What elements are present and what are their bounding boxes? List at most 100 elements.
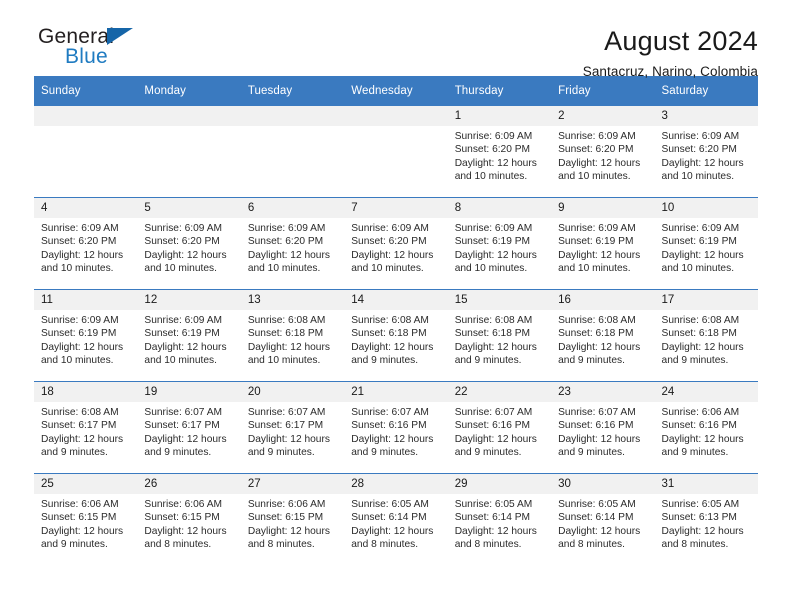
day-cell[interactable]: 26 Sunrise: 6:06 AM Sunset: 6:15 PM Dayl… <box>137 473 241 565</box>
title-block: August 2024 Santacruz, Narino, Colombia <box>583 26 758 81</box>
day-number: 17 <box>654 290 758 310</box>
day-cell[interactable]: 17 Sunrise: 6:08 AM Sunset: 6:18 PM Dayl… <box>654 289 758 382</box>
day-cell[interactable]: 29 Sunrise: 6:05 AM Sunset: 6:14 PM Dayl… <box>447 473 552 565</box>
day-cell[interactable]: 15 Sunrise: 6:08 AM Sunset: 6:18 PM Dayl… <box>447 289 552 382</box>
daylight-text-cont: and 8 minutes. <box>144 538 212 550</box>
daylight-text-cont: and 9 minutes. <box>454 446 522 458</box>
triangle-logo-icon <box>107 28 133 45</box>
daylight-text-cont: and 10 minutes. <box>247 354 321 366</box>
sunset-text: Sunset: 6:17 PM <box>41 420 117 432</box>
day-number: 13 <box>240 290 345 310</box>
day-cell[interactable]: 8 Sunrise: 6:09 AM Sunset: 6:19 PM Dayli… <box>447 197 552 290</box>
daylight-text-cont: and 9 minutes. <box>558 446 625 458</box>
day-cell[interactable]: 19 Sunrise: 6:07 AM Sunset: 6:17 PM Dayl… <box>137 381 241 474</box>
daylight-text-cont: and 10 minutes. <box>41 262 114 274</box>
sunset-text: Sunset: 6:20 PM <box>661 144 737 156</box>
calendar-week-row: 1 Sunrise: 6:09 AM Sunset: 6:20 PM Dayli… <box>34 106 758 198</box>
day-cell[interactable]: 20 Sunrise: 6:07 AM Sunset: 6:17 PM Dayl… <box>240 381 345 474</box>
daylight-text: Daylight: 12 hours <box>144 433 227 445</box>
sunset-text: Sunset: 6:20 PM <box>247 236 324 248</box>
day-number: 27 <box>240 474 345 494</box>
calendar-body: 1 Sunrise: 6:09 AM Sunset: 6:20 PM Dayli… <box>34 106 758 565</box>
calendar-week-row: 18 Sunrise: 6:08 AM Sunset: 6:17 PM Dayl… <box>34 381 758 474</box>
day-cell[interactable]: 25 Sunrise: 6:06 AM Sunset: 6:15 PM Dayl… <box>34 473 138 565</box>
daylight-text: Daylight: 12 hours <box>454 433 537 445</box>
sunset-text: Sunset: 6:16 PM <box>351 420 427 432</box>
day-number <box>344 106 448 126</box>
sunrise-text: Sunrise: 6:06 AM <box>661 407 740 418</box>
sunset-text: Sunset: 6:18 PM <box>661 328 737 340</box>
daylight-text: Daylight: 12 hours <box>351 525 434 537</box>
daylight-text: Daylight: 12 hours <box>41 341 124 353</box>
day-cell[interactable] <box>34 106 138 198</box>
day-cell[interactable]: 27 Sunrise: 6:06 AM Sunset: 6:15 PM Dayl… <box>240 473 345 565</box>
daylight-text-cont: and 10 minutes. <box>41 354 114 366</box>
day-number: 9 <box>551 198 655 218</box>
day-cell[interactable]: 31 Sunrise: 6:05 AM Sunset: 6:13 PM Dayl… <box>654 473 758 565</box>
sunset-text: Sunset: 6:16 PM <box>454 420 531 432</box>
day-cell[interactable] <box>240 106 345 198</box>
daylight-text: Daylight: 12 hours <box>661 525 744 537</box>
day-cell[interactable]: 24 Sunrise: 6:06 AM Sunset: 6:16 PM Dayl… <box>654 381 758 474</box>
day-cell[interactable]: 28 Sunrise: 6:05 AM Sunset: 6:14 PM Dayl… <box>344 473 448 565</box>
day-cell[interactable]: 18 Sunrise: 6:08 AM Sunset: 6:17 PM Dayl… <box>34 381 138 474</box>
sunrise-text: Sunrise: 6:06 AM <box>144 499 223 510</box>
daylight-text-cont: and 9 minutes. <box>247 446 315 458</box>
day-details <box>344 126 447 130</box>
sunset-text: Sunset: 6:17 PM <box>247 420 324 432</box>
weekday-header-monday: Monday <box>137 76 241 106</box>
daylight-text-cont: and 10 minutes. <box>351 262 424 274</box>
daylight-text: Daylight: 12 hours <box>351 433 434 445</box>
day-cell[interactable]: 16 Sunrise: 6:08 AM Sunset: 6:18 PM Dayl… <box>551 289 655 382</box>
sunrise-text: Sunrise: 6:07 AM <box>351 407 429 418</box>
day-cell[interactable]: 21 Sunrise: 6:07 AM Sunset: 6:16 PM Dayl… <box>344 381 448 474</box>
sunrise-text: Sunrise: 6:09 AM <box>351 223 429 234</box>
day-cell[interactable]: 13 Sunrise: 6:08 AM Sunset: 6:18 PM Dayl… <box>240 289 345 382</box>
sunrise-text: Sunrise: 6:05 AM <box>454 499 533 510</box>
day-cell[interactable]: 9 Sunrise: 6:09 AM Sunset: 6:19 PM Dayli… <box>551 197 655 290</box>
day-cell[interactable]: 5 Sunrise: 6:09 AM Sunset: 6:20 PM Dayli… <box>137 197 241 290</box>
day-cell[interactable]: 30 Sunrise: 6:05 AM Sunset: 6:14 PM Dayl… <box>551 473 655 565</box>
sunset-text: Sunset: 6:15 PM <box>247 512 324 524</box>
sunset-text: Sunset: 6:18 PM <box>558 328 634 340</box>
sunrise-text: Sunrise: 6:09 AM <box>144 315 223 326</box>
day-cell[interactable] <box>137 106 241 198</box>
day-cell[interactable]: 2 Sunrise: 6:09 AM Sunset: 6:20 PM Dayli… <box>551 106 655 198</box>
calendar-week-row: 11 Sunrise: 6:09 AM Sunset: 6:19 PM Dayl… <box>34 289 758 382</box>
day-cell[interactable]: 4 Sunrise: 6:09 AM Sunset: 6:20 PM Dayli… <box>34 197 138 290</box>
day-cell[interactable]: 22 Sunrise: 6:07 AM Sunset: 6:16 PM Dayl… <box>447 381 552 474</box>
day-details: Sunrise: 6:06 AM Sunset: 6:15 PM Dayligh… <box>241 494 344 551</box>
day-details: Sunrise: 6:08 AM Sunset: 6:18 PM Dayligh… <box>655 310 758 367</box>
weekday-header-thursday: Thursday <box>447 76 552 106</box>
daylight-text: Daylight: 12 hours <box>247 433 330 445</box>
day-details: Sunrise: 6:09 AM Sunset: 6:19 PM Dayligh… <box>551 218 654 275</box>
day-cell[interactable]: 7 Sunrise: 6:09 AM Sunset: 6:20 PM Dayli… <box>344 197 448 290</box>
day-cell[interactable]: 14 Sunrise: 6:08 AM Sunset: 6:18 PM Dayl… <box>344 289 448 382</box>
day-details: Sunrise: 6:07 AM Sunset: 6:17 PM Dayligh… <box>137 402 240 459</box>
day-cell[interactable]: 12 Sunrise: 6:09 AM Sunset: 6:19 PM Dayl… <box>137 289 241 382</box>
brand-logo[interactable]: General Blue <box>34 26 164 78</box>
weekday-header-tuesday: Tuesday <box>240 76 345 106</box>
day-details: Sunrise: 6:08 AM Sunset: 6:18 PM Dayligh… <box>344 310 447 367</box>
sunset-text: Sunset: 6:20 PM <box>351 236 427 248</box>
calendar-table: Sunday Monday Tuesday Wednesday Thursday… <box>34 76 758 565</box>
day-number: 4 <box>34 198 138 218</box>
calendar-week-row: 4 Sunrise: 6:09 AM Sunset: 6:20 PM Dayli… <box>34 197 758 290</box>
day-cell[interactable]: 3 Sunrise: 6:09 AM Sunset: 6:20 PM Dayli… <box>654 106 758 198</box>
day-number: 6 <box>240 198 345 218</box>
day-cell[interactable]: 11 Sunrise: 6:09 AM Sunset: 6:19 PM Dayl… <box>34 289 138 382</box>
day-cell[interactable] <box>344 106 448 198</box>
day-details: Sunrise: 6:09 AM Sunset: 6:20 PM Dayligh… <box>34 218 137 275</box>
day-details: Sunrise: 6:07 AM Sunset: 6:17 PM Dayligh… <box>241 402 344 459</box>
daylight-text: Daylight: 12 hours <box>144 525 227 537</box>
sunrise-text: Sunrise: 6:07 AM <box>247 407 326 418</box>
sunrise-text: Sunrise: 6:06 AM <box>41 499 119 510</box>
daylight-text: Daylight: 12 hours <box>351 341 434 353</box>
day-cell[interactable]: 23 Sunrise: 6:07 AM Sunset: 6:16 PM Dayl… <box>551 381 655 474</box>
sunrise-text: Sunrise: 6:08 AM <box>454 315 533 326</box>
day-cell[interactable]: 6 Sunrise: 6:09 AM Sunset: 6:20 PM Dayli… <box>240 197 345 290</box>
daylight-text-cont: and 10 minutes. <box>454 262 528 274</box>
day-number: 30 <box>551 474 655 494</box>
day-cell[interactable]: 1 Sunrise: 6:09 AM Sunset: 6:20 PM Dayli… <box>447 106 552 198</box>
day-cell[interactable]: 10 Sunrise: 6:09 AM Sunset: 6:19 PM Dayl… <box>654 197 758 290</box>
